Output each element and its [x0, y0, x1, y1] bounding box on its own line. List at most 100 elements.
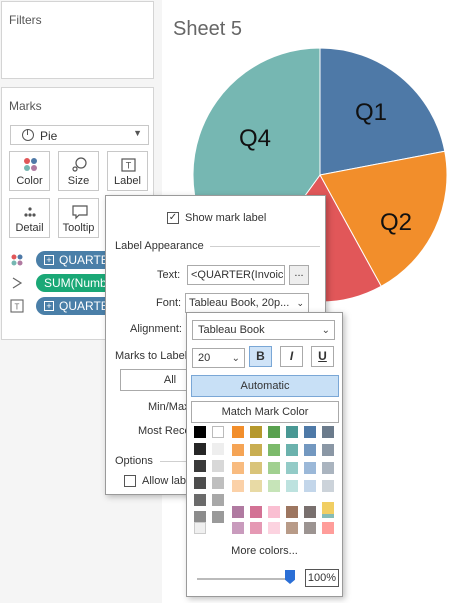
color-swatch[interactable]: [268, 506, 280, 518]
alignment-label: Alignment:: [130, 323, 182, 335]
chevron-down-icon: ⌄: [321, 325, 330, 336]
pie-label-q2: Q2: [380, 209, 412, 236]
color-swatch[interactable]: [304, 462, 316, 474]
text-label: Text:: [157, 269, 181, 281]
color-swatch[interactable]: [194, 460, 206, 472]
show-mark-label-checkbox[interactable]: ✓: [167, 212, 179, 224]
color-swatch[interactable]: [232, 506, 244, 518]
color-swatch[interactable]: [304, 522, 316, 534]
opacity-slider-track[interactable]: [197, 578, 289, 580]
pie-label-q4: Q4: [239, 125, 271, 152]
pie-icon: [22, 129, 34, 141]
color-swatch[interactable]: [194, 494, 206, 506]
marks-to-label-heading: Marks to Label: [115, 350, 188, 362]
color-swatch[interactable]: [304, 444, 316, 456]
color-swatch[interactable]: [268, 480, 280, 492]
more-colors-link[interactable]: More colors...: [187, 545, 342, 557]
size-icon: [72, 157, 87, 172]
color-swatch[interactable]: [286, 506, 298, 518]
color-swatch[interactable]: [322, 444, 334, 456]
color-swatch[interactable]: [286, 522, 298, 534]
text-edit-button[interactable]: ...: [289, 265, 309, 285]
color-swatch[interactable]: [232, 480, 244, 492]
mark-type-dropdown[interactable]: Pie ▼: [10, 125, 149, 145]
font-label: Font:: [156, 297, 182, 309]
color-swatch[interactable]: [322, 480, 334, 492]
color-swatch[interactable]: [304, 426, 316, 438]
filters-title: Filters: [9, 13, 42, 27]
color-swatch[interactable]: [304, 480, 316, 492]
color-swatch[interactable]: [212, 443, 224, 455]
color-swatch[interactable]: [212, 511, 224, 523]
custom-color-swatch[interactable]: [194, 522, 206, 534]
font-family-select[interactable]: Tableau Book ⌄: [192, 320, 335, 340]
color-swatch[interactable]: [322, 426, 334, 438]
bold-button[interactable]: B: [249, 346, 272, 367]
color-swatch[interactable]: [268, 426, 280, 438]
mark-type-label: Pie: [40, 129, 58, 143]
color-swatch[interactable]: [250, 426, 262, 438]
text-field[interactable]: <QUARTER(Invoic: [187, 265, 285, 285]
angle-icon: [12, 277, 23, 289]
color-swatch[interactable]: [304, 506, 316, 518]
color-swatch[interactable]: [232, 444, 244, 456]
font-dropdown-panel: Tableau Book ⌄ 20 ⌄ B I U Automatic Match …: [186, 312, 343, 597]
color-swatch[interactable]: [286, 462, 298, 474]
color-swatch[interactable]: [322, 522, 334, 534]
color-swatch[interactable]: [286, 480, 298, 492]
chevron-down-icon: ▼: [133, 128, 142, 138]
svg-text:T: T: [126, 161, 132, 171]
label-button[interactable]: T Label: [107, 151, 148, 191]
color-swatch[interactable]: [194, 426, 206, 438]
label-button-label: Label: [114, 175, 141, 187]
font-field[interactable]: Tableau Book, 20p... ⌄: [185, 293, 309, 313]
color-swatch[interactable]: [250, 506, 262, 518]
color-swatch[interactable]: [194, 477, 206, 489]
color-swatch[interactable]: [232, 462, 244, 474]
color-swatch[interactable]: [268, 462, 280, 474]
color-shelf-icon: [11, 254, 23, 266]
allow-overlap-text: Allow lab: [142, 475, 187, 487]
color-swatch[interactable]: [212, 494, 224, 506]
color-dots-icon: [24, 158, 37, 171]
color-swatch[interactable]: [322, 462, 334, 474]
color-swatch[interactable]: [268, 444, 280, 456]
pie-label-q1: Q1: [355, 99, 387, 126]
color-swatch[interactable]: [232, 522, 244, 534]
color-swatch[interactable]: [250, 444, 262, 456]
color-swatch[interactable]: [194, 443, 206, 455]
color-swatch[interactable]: [322, 502, 334, 514]
color-button[interactable]: Color: [9, 151, 50, 191]
match-mark-color-button[interactable]: Match Mark Color: [191, 401, 339, 423]
filters-card[interactable]: Filters: [1, 1, 154, 79]
color-swatch[interactable]: [250, 480, 262, 492]
most-recent-option[interactable]: Most Rece: [138, 425, 191, 437]
tooltip-button[interactable]: Tooltip: [58, 198, 99, 238]
allow-overlap-checkbox[interactable]: [124, 475, 136, 487]
color-swatch[interactable]: [268, 522, 280, 534]
opacity-slider-thumb[interactable]: [285, 570, 295, 584]
color-swatch[interactable]: [250, 522, 262, 534]
detail-button-label: Detail: [15, 222, 44, 234]
color-swatch[interactable]: [286, 444, 298, 456]
color-swatch[interactable]: [212, 477, 224, 489]
opacity-value[interactable]: 100%: [305, 569, 339, 587]
color-swatch[interactable]: [286, 426, 298, 438]
automatic-color-button[interactable]: Automatic: [191, 375, 339, 397]
size-button[interactable]: Size: [58, 151, 99, 191]
tooltip-icon: [72, 205, 88, 220]
color-swatch[interactable]: [212, 426, 224, 438]
font-size-select[interactable]: 20 ⌄: [192, 348, 245, 368]
section-divider: [210, 246, 320, 247]
detail-button[interactable]: Detail: [9, 198, 50, 238]
svg-text:T: T: [15, 303, 20, 312]
detail-icon: [24, 207, 36, 217]
label-icon: T: [121, 158, 136, 172]
size-button-label: Size: [67, 175, 90, 187]
color-swatch[interactable]: [232, 426, 244, 438]
italic-button[interactable]: I: [280, 346, 303, 367]
underline-button[interactable]: U: [311, 346, 334, 367]
color-swatch[interactable]: [212, 460, 224, 472]
color-swatch[interactable]: [250, 462, 262, 474]
min-max-option[interactable]: Min/Max: [148, 401, 190, 413]
